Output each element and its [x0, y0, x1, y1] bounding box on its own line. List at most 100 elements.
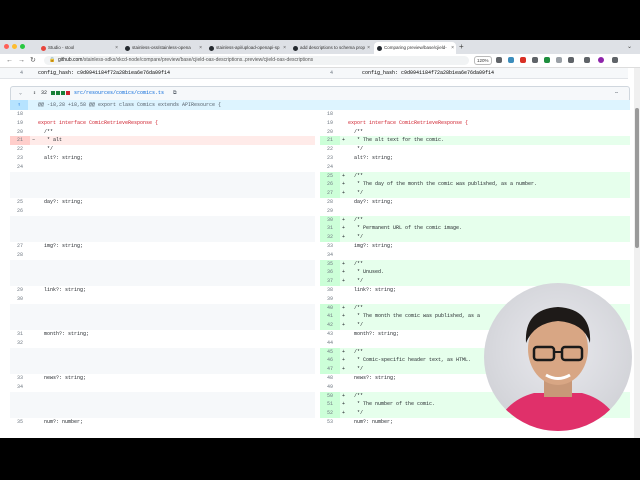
profile-avatar-icon[interactable] [598, 57, 604, 63]
line-number[interactable] [10, 233, 30, 242]
line-number[interactable]: 50 [320, 391, 340, 401]
line-number[interactable] [10, 268, 30, 277]
line-number[interactable]: 40 [320, 303, 340, 313]
address-bar[interactable]: 🔒 github.com/stainless-sdks/xkcd-node/com… [44, 56, 469, 65]
line-number[interactable] [10, 216, 30, 225]
line-number[interactable]: 31 [320, 224, 340, 234]
expand-all-icon[interactable]: ⇕ [33, 87, 36, 100]
line-number[interactable]: 51 [320, 400, 340, 410]
line-number[interactable]: 44 [320, 339, 340, 348]
line-number[interactable]: 23 [320, 154, 340, 163]
line-number[interactable]: 52 [320, 409, 340, 418]
line-number[interactable] [10, 348, 30, 357]
line-number[interactable]: 48 [320, 374, 340, 383]
line-number[interactable]: 18 [10, 110, 30, 119]
line-number[interactable]: 19 [10, 119, 30, 128]
browser-tab[interactable]: Comparing preview/base/cjield- × [374, 42, 456, 54]
line-number[interactable]: 29 [10, 286, 30, 295]
copy-icon[interactable]: ⧉ [173, 87, 177, 100]
line-number[interactable]: 47 [320, 365, 340, 374]
line-number[interactable]: 27 [320, 189, 340, 198]
line-number[interactable] [10, 321, 30, 330]
close-tab-icon[interactable]: × [283, 42, 286, 54]
line-number[interactable]: 22 [320, 145, 340, 154]
line-number[interactable]: 33 [320, 242, 340, 251]
line-number[interactable]: 36 [320, 268, 340, 278]
close-tab-icon[interactable]: × [451, 42, 454, 54]
line-number[interactable]: 46 [320, 356, 340, 366]
close-tab-icon[interactable]: × [199, 42, 202, 54]
close-tab-icon[interactable]: × [367, 42, 370, 54]
extension-icon[interactable] [532, 57, 538, 63]
line-number[interactable]: 20 [10, 128, 30, 137]
line-number[interactable] [10, 356, 30, 365]
line-number[interactable] [10, 409, 30, 418]
line-number[interactable] [10, 172, 30, 181]
extension-icon[interactable] [496, 57, 502, 63]
line-number[interactable]: 30 [320, 215, 340, 225]
scrollbar-thumb[interactable] [635, 108, 639, 248]
line-number[interactable]: 45 [320, 347, 340, 357]
line-number[interactable] [10, 304, 30, 313]
collapse-chevron-icon[interactable]: ⌄ [19, 87, 22, 100]
line-number[interactable]: 22 [10, 145, 30, 154]
browser-tab[interactable]: stainless-oss/stainless-opena × [122, 42, 204, 54]
file-path-link[interactable]: src/resources/comics/comics.ts [74, 87, 164, 100]
page-scrollbar[interactable] [634, 68, 640, 438]
extension-icon[interactable] [556, 57, 562, 63]
close-window-icon[interactable] [4, 44, 9, 49]
line-number[interactable]: 28 [10, 251, 30, 260]
line-number[interactable] [10, 392, 30, 401]
line-number[interactable]: 18 [320, 110, 340, 119]
line-number[interactable]: 34 [320, 251, 340, 260]
line-number[interactable]: 53 [320, 418, 340, 427]
zoom-window-icon[interactable] [20, 44, 25, 49]
new-tab-icon[interactable]: + [459, 41, 464, 53]
extension-icon[interactable] [544, 57, 550, 63]
line-number[interactable]: 35 [10, 418, 30, 427]
minimize-window-icon[interactable] [12, 44, 17, 49]
line-number[interactable]: 24 [10, 163, 30, 172]
expand-up-icon[interactable]: ⇡ [10, 100, 28, 110]
line-number[interactable]: 34 [10, 383, 30, 392]
line-number[interactable]: 29 [320, 207, 340, 216]
line-number[interactable]: 39 [320, 295, 340, 304]
close-tab-icon[interactable]: × [115, 42, 118, 54]
line-number[interactable] [10, 277, 30, 286]
download-icon[interactable] [584, 57, 590, 63]
line-number[interactable] [10, 260, 30, 269]
line-number[interactable]: 26 [10, 207, 30, 216]
line-number[interactable]: 26 [320, 180, 340, 190]
line-number[interactable]: 33 [10, 374, 30, 383]
extension-icon[interactable] [520, 57, 526, 63]
line-number[interactable]: 41 [320, 312, 340, 322]
line-number[interactable]: 25 [10, 198, 30, 207]
line-number[interactable]: 19 [320, 119, 340, 128]
extension-icon[interactable] [568, 57, 574, 63]
back-icon[interactable]: ← [6, 55, 13, 66]
zoom-indicator[interactable]: 120% [474, 56, 492, 65]
browser-tab[interactable]: add descriptions to schema prop × [290, 42, 372, 54]
line-number[interactable]: 20 [320, 128, 340, 137]
line-number[interactable]: 31 [10, 330, 30, 339]
line-number[interactable]: 38 [320, 286, 340, 295]
extension-icon[interactable] [508, 57, 514, 63]
line-number[interactable] [10, 365, 30, 374]
line-number[interactable] [10, 400, 30, 409]
line-number[interactable]: 21 [320, 136, 340, 146]
tab-search-icon[interactable]: ⌄ [627, 42, 632, 52]
line-number[interactable]: 28 [320, 198, 340, 207]
line-number[interactable]: 37 [320, 277, 340, 286]
line-number[interactable]: 35 [320, 259, 340, 269]
line-number[interactable]: 49 [320, 383, 340, 392]
line-number[interactable]: 25 [320, 171, 340, 181]
line-number[interactable]: 32 [10, 339, 30, 348]
line-number[interactable]: 27 [10, 242, 30, 251]
browser-tab[interactable]: Studio - stool × [38, 42, 120, 54]
line-number[interactable]: 30 [10, 295, 30, 304]
line-number[interactable]: 43 [320, 330, 340, 339]
reload-icon[interactable]: ↻ [30, 55, 36, 66]
line-number[interactable]: 24 [320, 163, 340, 172]
line-number[interactable]: 23 [10, 154, 30, 163]
browser-menu-icon[interactable] [612, 57, 618, 63]
